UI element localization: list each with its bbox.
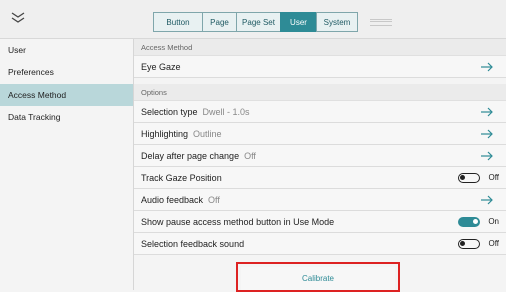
arrow-right-icon	[481, 151, 493, 161]
arrow-right-icon	[481, 195, 493, 205]
more-tabs-handle-icon[interactable]	[370, 19, 392, 26]
option-label: Highlighting	[141, 128, 189, 139]
settings-panel: Access Method Eye Gaze Options Selection…	[134, 39, 506, 292]
option-label: Selection type	[141, 106, 198, 117]
option-label: Show pause access method button in Use M…	[141, 216, 335, 227]
toggle-state-label: On	[488, 217, 499, 226]
option-value: Off	[244, 150, 256, 161]
sidebar-item-label: Data Tracking	[8, 112, 61, 122]
sidebar-item-preferences[interactable]: Preferences	[0, 61, 133, 83]
tab-user[interactable]: User	[280, 12, 317, 32]
show-pause-toggle[interactable]	[458, 217, 480, 227]
access-method-row[interactable]: Eye Gaze	[134, 56, 506, 78]
calibrate-button[interactable]: Calibrate	[241, 267, 395, 290]
option-row-track-gaze-position: Track Gaze Position Off	[134, 167, 506, 189]
track-gaze-toggle[interactable]	[458, 173, 480, 183]
option-row-selection-type[interactable]: Selection type Dwell - 1.0s	[134, 101, 506, 123]
option-value: Outline	[193, 128, 222, 139]
toggle-state-label: Off	[488, 239, 499, 248]
tab-button[interactable]: Button	[153, 12, 203, 32]
calibrate-highlight: Calibrate	[236, 262, 400, 292]
option-label: Selection feedback sound	[141, 238, 245, 249]
tab-system[interactable]: System	[316, 12, 358, 32]
option-label: Delay after page change	[141, 150, 240, 161]
option-value: Off	[208, 194, 220, 205]
option-row-show-pause-button: Show pause access method button in Use M…	[134, 211, 506, 233]
sidebar-item-label: Preferences	[8, 67, 54, 77]
option-row-audio-feedback[interactable]: Audio feedback Off	[134, 189, 506, 211]
section-header-access-method: Access Method	[134, 39, 506, 56]
option-row-selection-feedback-sound: Selection feedback sound Off	[134, 233, 506, 255]
tab-page[interactable]: Page	[202, 12, 237, 32]
tab-page-set[interactable]: Page Set	[236, 12, 281, 32]
mode-tabs: Button Page Page Set User System	[153, 12, 358, 32]
section-header-options: Options	[134, 84, 506, 101]
sidebar-item-data-tracking[interactable]: Data Tracking	[0, 106, 133, 128]
collapse-chevron-icon[interactable]	[8, 8, 28, 28]
selection-feedback-sound-toggle[interactable]	[458, 239, 480, 249]
sidebar-item-label: Access Method	[8, 90, 67, 100]
arrow-right-icon	[481, 129, 493, 139]
sidebar: User Preferences Access Method Data Trac…	[0, 39, 134, 290]
option-value: Dwell - 1.0s	[202, 106, 250, 117]
arrow-right-icon	[481, 62, 493, 72]
option-row-highlighting[interactable]: Highlighting Outline	[134, 123, 506, 145]
option-label: Audio feedback	[141, 194, 204, 205]
toggle-state-label: Off	[488, 173, 499, 182]
top-toolbar: Button Page Page Set User System	[0, 0, 506, 39]
arrow-right-icon	[481, 107, 493, 117]
access-method-value: Eye Gaze	[141, 61, 181, 72]
sidebar-item-access-method[interactable]: Access Method	[0, 84, 133, 106]
option-row-delay-after-page-change[interactable]: Delay after page change Off	[134, 145, 506, 167]
option-label: Track Gaze Position	[141, 172, 222, 183]
sidebar-item-user[interactable]: User	[0, 39, 133, 61]
sidebar-item-label: User	[8, 45, 26, 55]
